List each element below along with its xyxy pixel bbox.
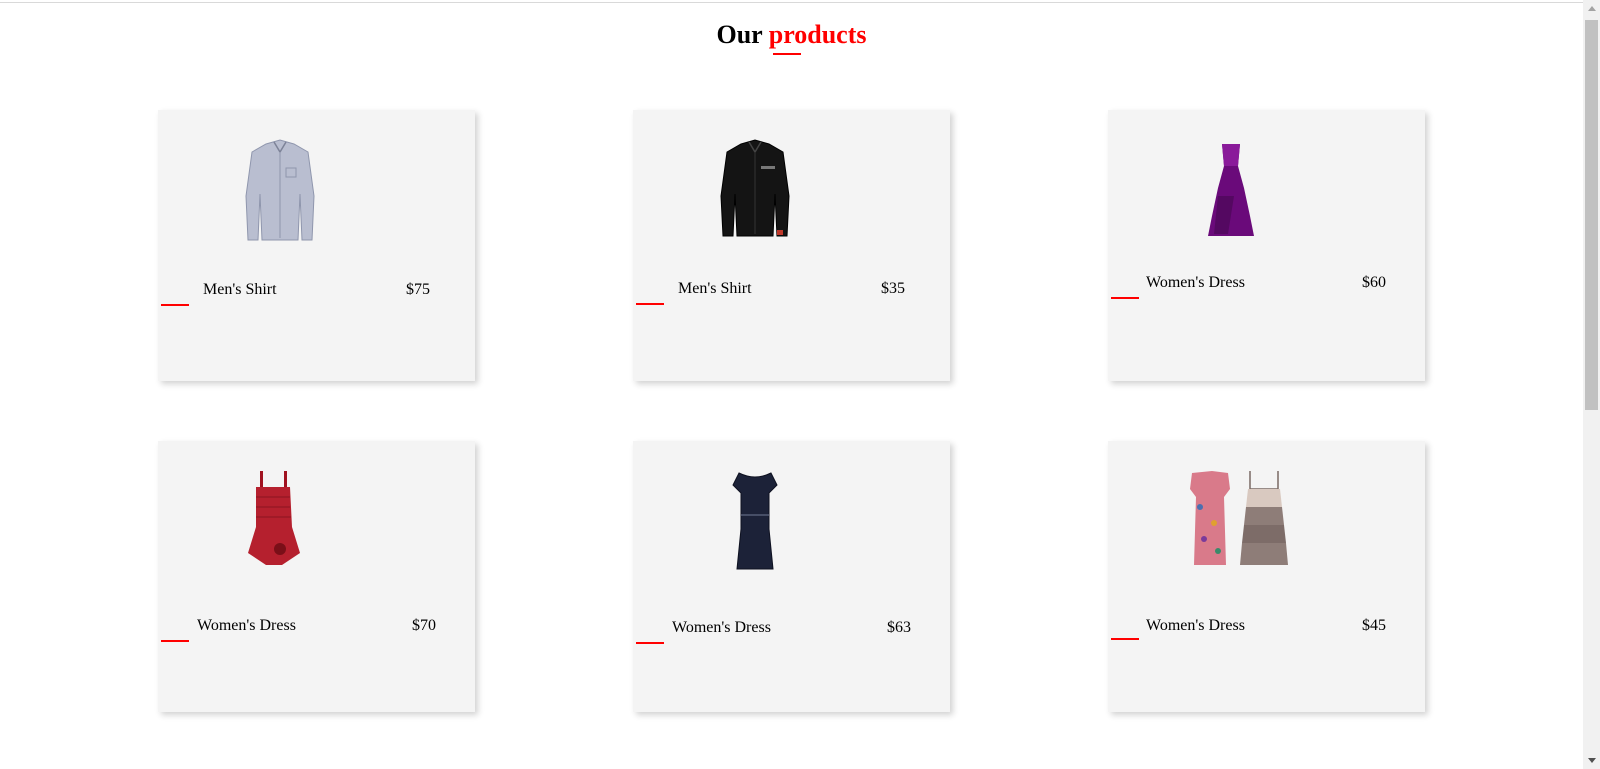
product-price: $35 [881,280,905,297]
accent-line [636,642,664,644]
product-card[interactable]: Men's Shirt $75 [158,110,475,381]
product-name: Women's Dress [1146,617,1245,634]
title-underline [773,53,801,55]
product-price: $60 [1362,274,1386,291]
accent-line [161,304,189,306]
accent-line [636,303,664,305]
product-card[interactable]: Women's Dress $45 [1108,441,1425,712]
product-price: $75 [406,281,430,298]
title-prefix: Our [716,20,763,49]
accent-line [161,640,189,642]
product-image[interactable] [1178,467,1296,579]
product-name: Women's Dress [1146,274,1245,291]
product-price: $70 [412,617,436,634]
product-name: Women's Dress [197,617,296,634]
scrollbar-thumb[interactable] [1585,20,1598,410]
product-card[interactable]: Women's Dress $60 [1108,110,1425,381]
product-image[interactable] [1178,136,1283,248]
page-title: Our products [0,20,1583,50]
product-price: $45 [1362,617,1386,634]
title-accent: products [768,20,867,49]
product-price: $63 [887,619,911,636]
product-name: Men's Shirt [678,280,752,297]
scroll-up-arrow-icon[interactable] [1588,6,1596,11]
top-border [0,2,1583,3]
product-image[interactable] [228,467,333,579]
accent-line [1111,297,1139,299]
product-image[interactable] [703,467,808,579]
vertical-scrollbar[interactable] [1583,0,1600,769]
product-image[interactable] [703,136,808,248]
product-image[interactable] [228,136,333,248]
product-card[interactable]: Women's Dress $70 [158,441,475,712]
product-name: Men's Shirt [203,281,277,298]
product-name: Women's Dress [672,619,771,636]
product-card[interactable]: Women's Dress $63 [633,441,950,712]
scroll-down-arrow-icon[interactable] [1588,758,1596,763]
product-card[interactable]: Men's Shirt $35 [633,110,950,381]
accent-line [1111,638,1139,640]
